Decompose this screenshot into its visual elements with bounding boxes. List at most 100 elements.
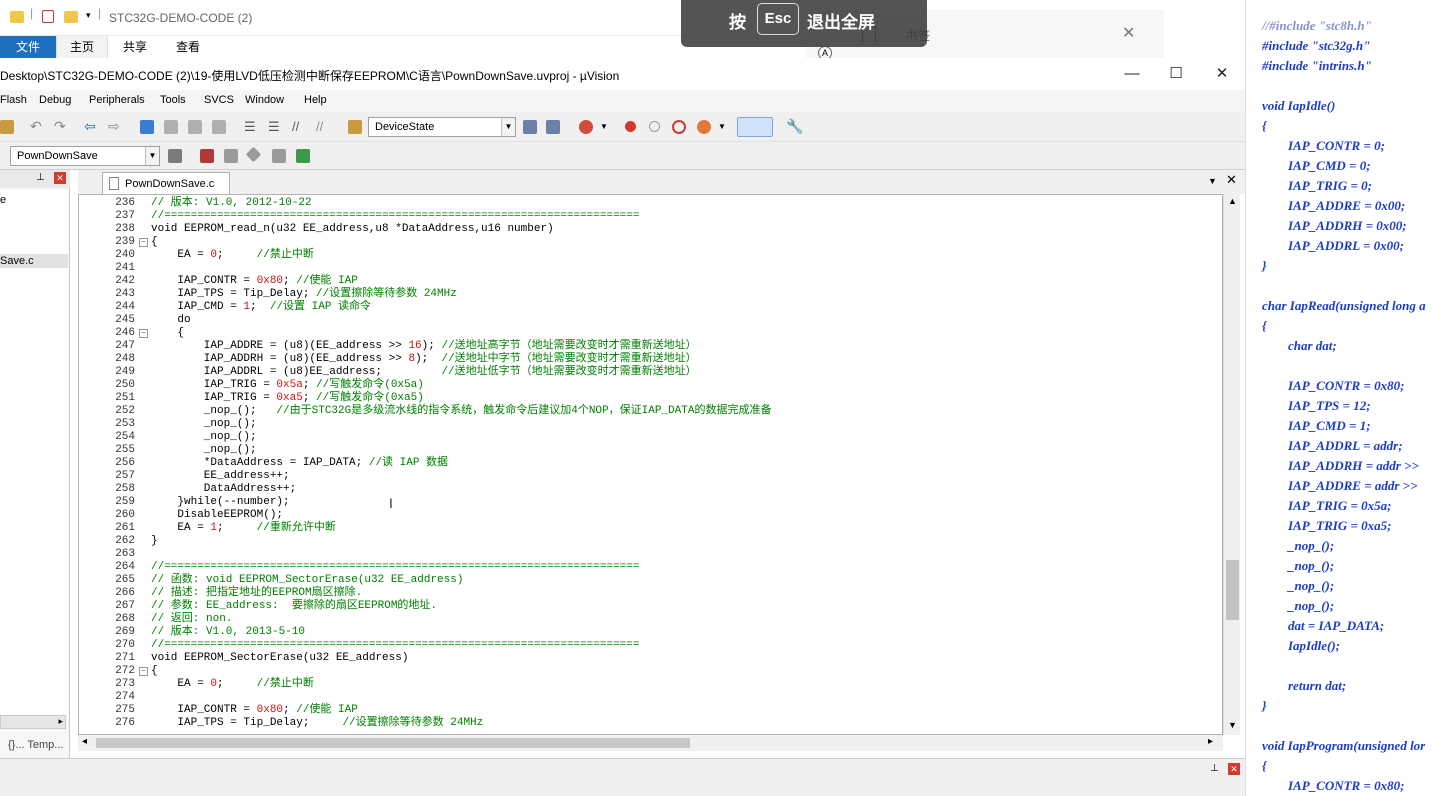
tree-item[interactable]: e [0, 194, 6, 206]
minimize-button[interactable]: — [1112, 62, 1152, 86]
scroll-right-icon[interactable]: ▸ [58, 716, 63, 727]
properties-icon[interactable] [42, 10, 54, 23]
code-line[interactable]: 276 IAP_TPS = Tip_Delay; //设置擦除等待参数 24MH… [79, 717, 1219, 730]
menu-svcs[interactable]: SVCS [204, 94, 234, 106]
tab-list-dropdown-icon[interactable]: ▼ [1208, 176, 1217, 186]
code-line[interactable]: 247 IAP_ADDRE = (u8)(EE_address >> 16); … [79, 340, 1219, 353]
code-line[interactable]: 265 // 函数: void EEPROM_SectorErase(u32 EE… [79, 574, 1219, 587]
tree-hscrollbar[interactable]: ▸ [0, 715, 66, 729]
bookmark-toggle-icon[interactable] [140, 120, 154, 134]
ribbon-tab-file[interactable]: 文件 [0, 36, 56, 58]
code-line[interactable]: 271 void EEPROM_SectorErase(u32 EE_addres… [79, 652, 1219, 665]
code-line[interactable]: 240 EA = 0; //禁止中断 [79, 249, 1219, 262]
code-line[interactable]: 249 IAP_ADDRL = (u8)EE_address; //送地址低字节… [79, 366, 1219, 379]
project-items-icon[interactable] [224, 149, 238, 163]
code-line[interactable]: 239−{ [79, 236, 1219, 249]
menu-window[interactable]: Window [245, 94, 284, 106]
editor-hscrollbar[interactable]: ◂ ▸ [78, 735, 1223, 751]
ribbon-tab-share[interactable]: 共享 [110, 36, 160, 58]
close-tab-icon[interactable]: ✕ [1226, 172, 1237, 188]
chevron-down-icon[interactable]: ▼ [145, 147, 159, 165]
unindent-icon[interactable]: ☰ [268, 119, 282, 134]
code-line[interactable]: 257 EE_address++; [79, 470, 1219, 483]
tree-item-selected[interactable]: Save.c [0, 254, 68, 268]
menu-help[interactable]: Help [304, 94, 327, 106]
file-tab-pownpownsave[interactable]: PownDownSave.c [102, 172, 230, 194]
code-line[interactable]: 263 [79, 548, 1219, 561]
maximize-button[interactable]: ☐ [1156, 62, 1196, 86]
code-line[interactable]: 250 IAP_TRIG = 0x5a; //写触发命令(0x5a) [79, 379, 1219, 392]
code-line[interactable]: 253 _nop_(); [79, 418, 1219, 431]
uncomment-icon[interactable]: // [316, 119, 330, 134]
select-packs-icon[interactable] [245, 146, 262, 163]
bookmark-clear-icon[interactable] [212, 120, 226, 134]
target-select[interactable]: PownDownSave ▼ [10, 146, 160, 166]
scroll-up-icon[interactable]: ▲ [1228, 196, 1237, 206]
pack-installer-icon[interactable] [296, 149, 310, 163]
navigate-back-icon[interactable]: ⇦ [84, 118, 98, 134]
code-line[interactable]: 248 IAP_ADDRH = (u8)(EE_address >> 8); /… [79, 353, 1219, 366]
code-line[interactable]: 236 // 版本: V1.0, 2012-10-22 [79, 197, 1219, 210]
pin-icon[interactable]: ⊥ [36, 172, 45, 183]
code-line[interactable]: 267 // 参数: EE_address: 要擦除的扇区EEPROM的地址. [79, 600, 1219, 613]
code-line[interactable]: 237 //===================================… [79, 210, 1219, 223]
code-line[interactable]: 261 EA = 1; //重新允许中断 [79, 522, 1219, 535]
code-line[interactable]: 270 //===================================… [79, 639, 1219, 652]
comment-icon[interactable]: // [292, 119, 306, 134]
menu-debug[interactable]: Debug [39, 94, 71, 106]
code-line[interactable]: 243 IAP_TPS = Tip_Delay; //设置擦除等待参数 24MH… [79, 288, 1219, 301]
code-line[interactable]: 254 _nop_(); [79, 431, 1219, 444]
code-line[interactable]: 266 // 描述: 把指定地址的EEPROM扇区擦除. [79, 587, 1219, 600]
chevron-down-icon[interactable]: ▼ [501, 118, 515, 136]
window-layout-icon[interactable] [737, 117, 773, 137]
code-line[interactable]: 246− { [79, 327, 1219, 340]
code-line[interactable]: 260 DisableEEPROM(); [79, 509, 1219, 522]
find-icon[interactable] [523, 120, 537, 134]
code-line[interactable]: 256 *DataAddress = IAP_DATA; //读 IAP 数据 [79, 457, 1219, 470]
code-line[interactable]: 275 IAP_CONTR = 0x80; //使能 IAP [79, 704, 1219, 717]
pin-icon[interactable]: ⊥ [1210, 763, 1219, 774]
fold-toggle-icon[interactable]: − [139, 329, 148, 338]
runtime-environment-icon[interactable] [272, 149, 286, 163]
ribbon-tab-home[interactable]: 主页 [56, 36, 108, 58]
breakpoints-kill-all-icon[interactable] [697, 120, 711, 134]
scroll-down-icon[interactable]: ▼ [1228, 720, 1237, 730]
code-line[interactable]: 268 // 返回: non. [79, 613, 1219, 626]
menu-tools[interactable]: Tools [160, 94, 186, 106]
pane-tabs[interactable]: {}... Temp... [0, 735, 70, 757]
code-line[interactable]: 273 EA = 0; //禁止中断 [79, 678, 1219, 691]
find-combo[interactable]: DeviceState ▼ [368, 117, 516, 137]
code-line[interactable]: 272−{ [79, 665, 1219, 678]
editor-vscrollbar[interactable]: ▲ ▼ [1223, 194, 1240, 735]
code-editor[interactable]: 236 // 版本: V1.0, 2012-10-22 237 //=========… [78, 194, 1223, 735]
code-line[interactable]: 245 do [79, 314, 1219, 327]
fold-toggle-icon[interactable]: − [139, 667, 148, 676]
close-pane-icon[interactable]: ✕ [54, 172, 66, 184]
code-line[interactable]: 252 _nop_(); //由于STC32G是多级流水线的指令系统，触发命令后… [79, 405, 1219, 418]
code-line[interactable]: 259 }while(--number); [79, 496, 1219, 509]
code-line[interactable]: 242 IAP_CONTR = 0x80; //使能 IAP [79, 275, 1219, 288]
bookmark-prev-icon[interactable] [164, 120, 178, 134]
redo-icon[interactable]: ↷ [54, 118, 68, 134]
close-icon[interactable]: ✕ [1122, 23, 1135, 43]
new-folder-icon[interactable] [64, 11, 78, 23]
scroll-left-icon[interactable]: ◂ [82, 736, 87, 747]
code-line[interactable]: 241 [79, 262, 1219, 275]
manage-components-icon[interactable] [200, 149, 214, 163]
code-line[interactable]: 269 // 版本: V1.0, 2013-5-10 [79, 626, 1219, 639]
breakpoint-icon[interactable] [625, 121, 636, 132]
quick-access-dropdown-icon[interactable]: ▾ [86, 10, 91, 21]
hscroll-thumb[interactable] [96, 738, 690, 748]
debug-session-icon[interactable] [579, 120, 593, 134]
code-line[interactable]: 264 //===================================… [79, 561, 1219, 574]
configure-icon[interactable]: 🔧 [786, 118, 803, 134]
chevron-down-icon[interactable]: ▼ [718, 122, 726, 131]
indent-icon[interactable]: ☰ [244, 119, 258, 134]
code-line[interactable]: 255 _nop_(); [79, 444, 1219, 457]
close-pane-icon[interactable]: ✕ [1228, 763, 1240, 775]
breakpoint-disable-icon[interactable] [649, 121, 660, 132]
vscroll-thumb[interactable] [1226, 560, 1239, 620]
menu-peripherals[interactable]: Peripherals [89, 94, 145, 106]
fold-toggle-icon[interactable]: − [139, 238, 148, 247]
code-line[interactable]: 274 [79, 691, 1219, 704]
